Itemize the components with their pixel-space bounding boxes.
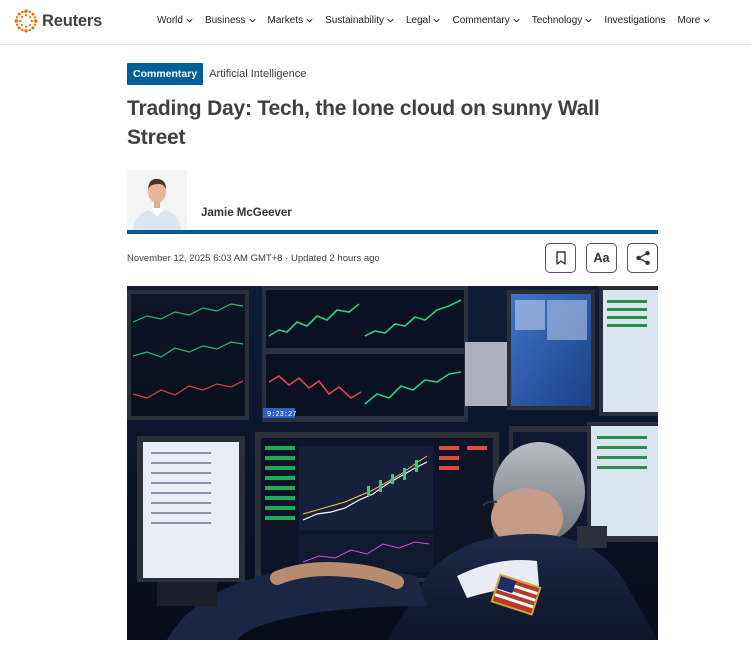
chevron-down-icon — [186, 18, 193, 23]
article-dateline: November 12, 2025 6:03 AM GMT+8 · Update… — [127, 253, 380, 264]
text-size-label: Aa — [593, 251, 610, 265]
share-button[interactable] — [627, 243, 658, 273]
chevron-down-icon — [513, 18, 520, 23]
bookmark-button[interactable] — [545, 243, 576, 273]
nav-item-sustainability[interactable]: Sustainability — [325, 15, 394, 26]
text-size-button[interactable]: Aa — [586, 243, 617, 273]
site-header: Reuters World Business Markets Sustainabili… — [0, 0, 751, 45]
nav-item-label: Investigations — [604, 15, 666, 26]
nav-item-business[interactable]: Business — [205, 15, 256, 26]
chevron-down-icon — [703, 18, 710, 23]
nav-item-label: Markets — [267, 15, 304, 26]
chevron-down-icon — [585, 18, 592, 23]
article-kicker: Commentary Artificial Intelligence — [127, 63, 306, 85]
nav-item-more[interactable]: More — [677, 15, 710, 26]
reuters-logo[interactable]: Reuters — [14, 9, 102, 33]
nav-item-legal[interactable]: Legal — [406, 15, 441, 26]
nav-item-world[interactable]: World — [157, 15, 193, 26]
nav-item-markets[interactable]: Markets — [268, 15, 314, 26]
nav-item-label: Sustainability — [325, 15, 384, 26]
byline: Jamie McGeever — [127, 170, 658, 235]
share-icon — [635, 251, 650, 265]
bookmark-icon — [555, 251, 566, 265]
author-avatar[interactable] — [127, 170, 187, 230]
chevron-down-icon — [306, 18, 313, 23]
nav-item-investigations[interactable]: Investigations — [604, 15, 665, 26]
nav-item-label: World — [157, 15, 183, 26]
nav-item-label: Commentary — [452, 15, 510, 26]
nav-item-label: Technology — [531, 15, 583, 26]
svg-text:9:23:27: 9:23:27 — [267, 411, 296, 419]
chevron-down-icon — [387, 18, 394, 23]
topic-link[interactable]: Artificial Intelligence — [209, 68, 306, 80]
chevron-down-icon — [433, 18, 441, 23]
article-headline: Trading Day: Tech, the lone cloud on sun… — [127, 97, 600, 149]
nav-item-label: More — [677, 15, 701, 26]
chevron-down-icon — [248, 18, 256, 23]
nav-item-label: Legal — [406, 15, 431, 26]
nav-item-label: Business — [204, 15, 246, 26]
section-badge[interactable]: Commentary — [127, 63, 204, 85]
author-name[interactable]: Jamie McGeever — [201, 207, 292, 219]
nav-item-commentary[interactable]: Commentary — [452, 15, 520, 26]
byline-divider — [127, 230, 658, 234]
nav-item-technology[interactable]: Technology — [532, 15, 593, 26]
brand-name: Reuters — [42, 11, 103, 30]
hero-image[interactable]: 9:23:27 — [127, 286, 658, 640]
main-nav: World Business Markets Sustainability Legal C… — [157, 15, 710, 26]
reuters-logo-icon — [14, 9, 38, 33]
